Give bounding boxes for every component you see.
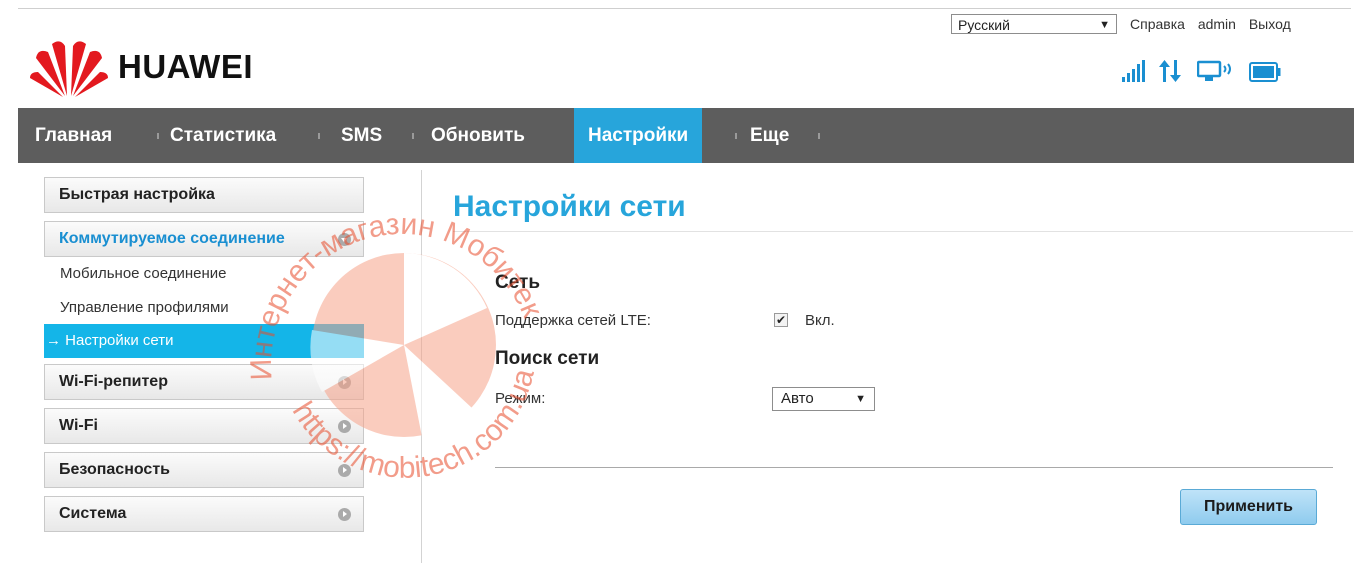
- chevron-right-icon: [338, 420, 351, 433]
- nav-more[interactable]: Еще: [750, 108, 789, 163]
- sidebar-item-label: Система: [59, 505, 127, 522]
- sidebar-sub-network-settings[interactable]: → Настройки сети: [44, 324, 364, 358]
- sidebar-item-label: Быстрая настройка: [59, 186, 215, 203]
- nav-separator: [818, 133, 820, 139]
- logout-link[interactable]: Выход: [1249, 16, 1291, 32]
- title-divider: [453, 231, 1353, 232]
- sidebar-dialup[interactable]: Коммутируемое соединение: [44, 221, 364, 257]
- sidebar-sub-mobile-connection[interactable]: Мобильное соединение: [44, 257, 364, 291]
- sidebar-item-label: Коммутируемое соединение: [59, 230, 285, 247]
- chevron-right-icon: [338, 464, 351, 477]
- battery-icon: [1249, 62, 1281, 82]
- status-icons: [1122, 60, 1281, 82]
- top-links: Справка admin Выход: [1130, 16, 1300, 32]
- nav-separator: [412, 133, 414, 139]
- nav-update[interactable]: Обновить: [431, 108, 525, 163]
- sidebar-item-label: Безопасность: [59, 461, 170, 478]
- sidebar-quick-setup[interactable]: Быстрая настройка: [44, 177, 364, 213]
- nav-settings[interactable]: Настройки: [574, 108, 703, 163]
- huawei-flower-icon: [30, 41, 108, 97]
- nav-separator: [735, 133, 737, 139]
- sidebar-item-label: Wi-Fi: [59, 417, 98, 434]
- nav-separator: [318, 133, 320, 139]
- pc-connected-icon: [1197, 60, 1231, 81]
- network-section-heading: Сеть: [495, 272, 541, 293]
- mode-label: Режим:: [495, 390, 546, 407]
- dropdown-arrow-icon: ▼: [855, 393, 866, 405]
- mode-value: Авто: [781, 390, 814, 407]
- content-divider: [421, 170, 422, 563]
- lte-support-checkbox[interactable]: ✔: [774, 313, 788, 327]
- form-divider: [495, 467, 1333, 468]
- huawei-logo: HUAWEI: [30, 36, 253, 98]
- help-link[interactable]: Справка: [1130, 16, 1185, 32]
- signal-strength-icon: [1122, 60, 1145, 82]
- lte-support-value: Вкл.: [805, 312, 835, 329]
- language-select[interactable]: Русский ▼: [951, 14, 1117, 34]
- page-title: Настройки сети: [453, 190, 686, 223]
- sidebar-wifi-repeater[interactable]: Wi-Fi-репитер: [44, 364, 364, 400]
- chevron-right-icon: [338, 508, 351, 521]
- top-divider: [18, 8, 1351, 9]
- apply-button[interactable]: Применить: [1180, 489, 1317, 525]
- sidebar-wifi[interactable]: Wi-Fi: [44, 408, 364, 444]
- dropdown-arrow-icon: ▼: [1099, 19, 1110, 31]
- brand-name: HUAWEI: [118, 48, 253, 85]
- main-nav: Главная Статистика SMS Обновить Настройк…: [18, 108, 1354, 163]
- chevron-right-icon: [338, 376, 351, 389]
- nav-home[interactable]: Главная: [35, 108, 112, 163]
- lte-support-label: Поддержка сетей LTE:: [495, 312, 651, 329]
- nav-separator: [157, 133, 159, 139]
- chevron-down-icon: [338, 233, 351, 246]
- sidebar-item-label: Wi-Fi-репитер: [59, 373, 168, 390]
- sidebar-security[interactable]: Безопасность: [44, 452, 364, 488]
- network-search-heading: Поиск сети: [495, 348, 600, 369]
- sidebar-system[interactable]: Система: [44, 496, 364, 532]
- user-link[interactable]: admin: [1198, 16, 1236, 32]
- language-value: Русский: [958, 17, 1010, 33]
- nav-sms[interactable]: SMS: [341, 108, 382, 163]
- data-transfer-icon: [1159, 60, 1181, 82]
- nav-statistics[interactable]: Статистика: [170, 108, 276, 163]
- mode-select[interactable]: Авто ▼: [772, 387, 875, 411]
- sidebar-sub-profile-management[interactable]: Управление профилями: [44, 291, 364, 325]
